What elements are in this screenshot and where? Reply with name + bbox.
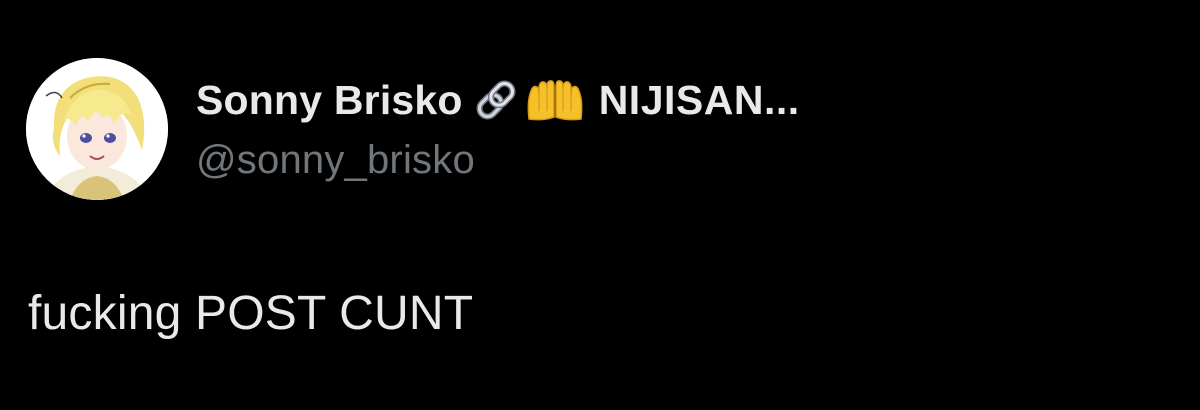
author-name-row: Sonny Brisko NIJISAN... — [196, 74, 800, 126]
author-handle[interactable]: @sonny_brisko — [196, 138, 475, 183]
avatar[interactable] — [26, 58, 168, 200]
author-name-suffix[interactable]: NIJISAN... — [599, 77, 800, 124]
avatar-image — [26, 58, 168, 200]
tweet-text: fucking POST CUNT — [28, 287, 474, 340]
author-display-name[interactable]: Sonny Brisko — [196, 77, 463, 124]
link-icon — [473, 77, 519, 123]
palms-up-together-icon — [525, 77, 585, 123]
tweet: Sonny Brisko NIJISAN... @sonny_brisko fu… — [0, 0, 1200, 410]
